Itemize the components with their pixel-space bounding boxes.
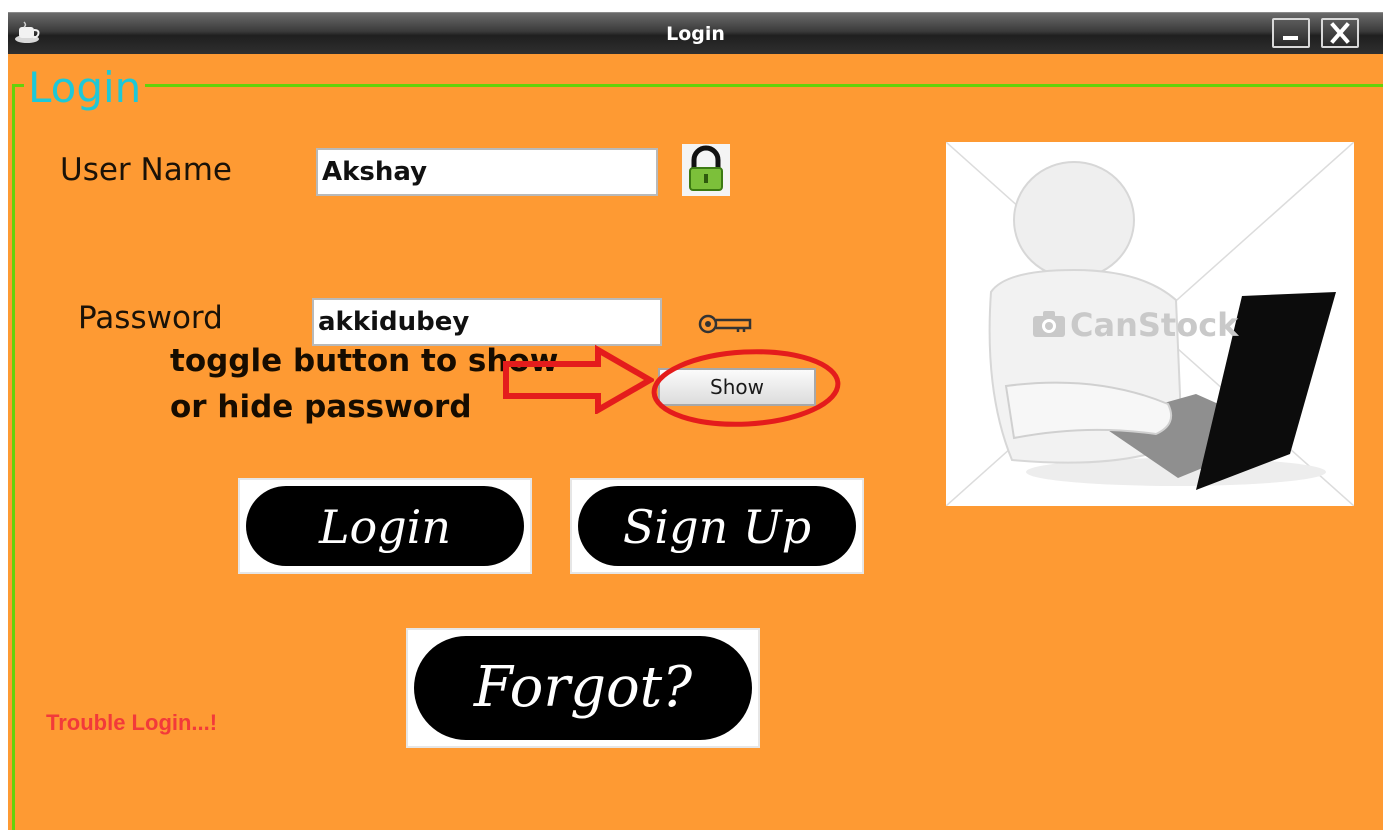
camera-icon — [1033, 311, 1065, 337]
login-panel: Login User Name Password toggle button t… — [8, 54, 1383, 830]
login-button[interactable]: Login — [238, 478, 532, 574]
close-icon — [1330, 22, 1350, 44]
user-laptop-image: CanStock — [945, 141, 1355, 507]
window-title: Login — [666, 23, 725, 45]
annotation-arrow-icon — [503, 344, 654, 414]
signup-button-label: Sign Up — [578, 486, 856, 566]
login-window: Login Login User Name Password — [8, 12, 1383, 830]
annotation-text-line2: or hide password — [170, 389, 472, 425]
title-bar[interactable]: Login — [8, 12, 1383, 54]
highlight-ellipse-icon — [651, 349, 841, 427]
username-label: User Name — [60, 152, 232, 188]
minimize-button[interactable] — [1272, 18, 1310, 48]
login-button-label: Login — [246, 486, 524, 566]
key-icon — [698, 314, 752, 334]
close-button[interactable] — [1321, 18, 1359, 48]
password-field[interactable] — [312, 298, 662, 346]
padlock-icon — [682, 144, 730, 196]
forgot-button[interactable]: Forgot? — [406, 628, 760, 748]
minimize-icon — [1283, 36, 1298, 40]
password-label: Password — [78, 300, 223, 336]
watermark-text: CanStock — [1070, 306, 1239, 344]
annotation-text-line1: toggle button to show — [170, 343, 559, 379]
group-title: Login — [24, 64, 146, 112]
trouble-login-link[interactable]: Trouble Login...! — [46, 710, 217, 736]
username-field[interactable] — [316, 148, 658, 196]
signup-button[interactable]: Sign Up — [570, 478, 864, 574]
forgot-button-label: Forgot? — [414, 636, 752, 740]
